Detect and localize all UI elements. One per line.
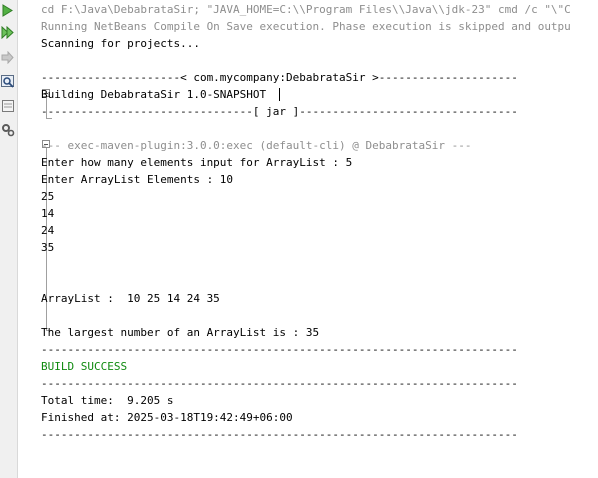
text-caret <box>279 88 280 101</box>
fold-gutter <box>18 0 52 478</box>
output-line: Scanning for projects... <box>41 37 200 50</box>
clear-icon[interactable] <box>0 98 15 113</box>
output-line: ----------------------------------------… <box>41 428 518 441</box>
output-line: 14 <box>41 207 55 220</box>
output-line: Finished at: 2025-03-18T19:42:49+06:00 <box>41 411 293 424</box>
output-line: ----------------------------------------… <box>41 343 518 356</box>
rerun-icon[interactable] <box>0 3 15 18</box>
output-line: --- exec-maven-plugin:3.0.0:exec (defaul… <box>41 139 472 152</box>
output-line: Enter how many elements input for ArrayL… <box>41 156 353 169</box>
output-line: --------------------------------[ jar ]-… <box>41 105 518 118</box>
find-icon[interactable] <box>0 73 15 88</box>
output-line: Running NetBeans Compile On Save executi… <box>41 20 571 33</box>
settings-icon[interactable] <box>0 122 15 137</box>
output-line: BUILD SUCCESS <box>41 360 128 373</box>
output-line: Building DebabrataSir 1.0-SNAPSHOT <box>41 88 267 101</box>
output-line: ---------------------< com.mycompany:Deb… <box>41 71 518 84</box>
output-line: 25 <box>41 190 55 203</box>
output-line: ----------------------------------------… <box>41 377 518 390</box>
output-line: ArrayList : 10 25 14 24 35 <box>41 292 220 305</box>
output-line: 24 <box>41 224 55 237</box>
output-line: 35 <box>41 241 55 254</box>
stop-icon[interactable] <box>0 50 15 65</box>
output-line: The largest number of an ArrayList is : … <box>41 326 320 339</box>
output-line: cd F:\Java\DebabrataSir; "JAVA_HOME=C:\\… <box>41 3 571 16</box>
output-line: Total time: 9.205 s <box>41 394 174 407</box>
output-toolbar <box>0 0 18 478</box>
rerun-with-options-icon[interactable] <box>0 25 15 40</box>
output-line: Enter ArrayList Elements : 10 <box>41 173 234 186</box>
